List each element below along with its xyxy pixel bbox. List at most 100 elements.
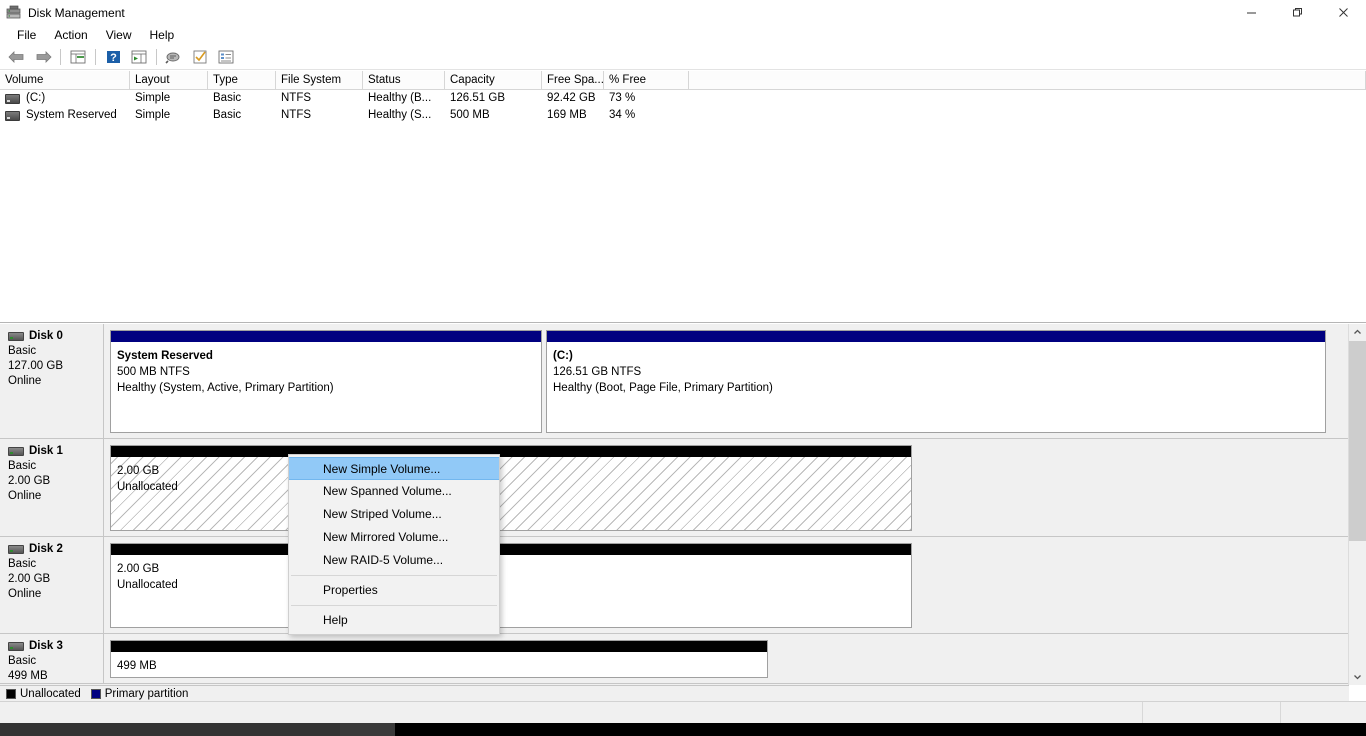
menu-item-action[interactable]: Action bbox=[45, 26, 96, 44]
partition-size: 126.51 GB NTFS bbox=[553, 366, 642, 378]
disk-icon bbox=[8, 446, 24, 456]
partition-body[interactable]: 2.00 GB Unallocated bbox=[111, 457, 911, 530]
column-header-volume[interactable]: Volume bbox=[0, 71, 130, 89]
partition-block[interactable]: 2.00 GB Unallocated bbox=[110, 543, 912, 628]
taskbar-left-region bbox=[0, 723, 340, 736]
svg-text:?: ? bbox=[110, 52, 117, 64]
disk-title: Disk 0 bbox=[8, 330, 103, 342]
context-menu-item-new-raid-5-volume[interactable]: New RAID-5 Volume... bbox=[289, 549, 499, 572]
disk-size: 2.00 GB bbox=[8, 573, 51, 585]
partition-body[interactable]: System Reserved 500 MB NTFS Healthy (Syste… bbox=[111, 342, 541, 432]
disk-info-pane[interactable]: Disk 3 Basic 499 MB bbox=[0, 634, 104, 683]
partition-status: Healthy (System, Active, Primary Partiti… bbox=[117, 382, 334, 394]
column-header-file-system[interactable]: File System bbox=[276, 71, 363, 89]
disk-title: Disk 3 bbox=[8, 640, 103, 652]
context-menu-item-new-spanned-volume[interactable]: New Spanned Volume... bbox=[289, 480, 499, 503]
disk-type: Basic bbox=[8, 655, 37, 667]
column-header-free-spa[interactable]: Free Spa... bbox=[542, 71, 604, 89]
partition-status-bar bbox=[546, 330, 1326, 342]
menu-item-file[interactable]: File bbox=[8, 26, 45, 44]
drive-icon bbox=[5, 110, 20, 121]
forward-arrow-icon[interactable] bbox=[31, 46, 55, 68]
menu-item-help[interactable]: Help bbox=[141, 26, 184, 44]
disk-management-icon bbox=[6, 5, 22, 21]
partition-block[interactable]: 2.00 GB Unallocated bbox=[110, 445, 912, 531]
toolbar: ? bbox=[0, 45, 1366, 70]
toolbar-separator bbox=[95, 49, 96, 65]
column-header-type[interactable]: Type bbox=[208, 71, 276, 89]
taskbar-active-app[interactable] bbox=[340, 723, 395, 736]
disk-row[interactable]: Disk 2 Basic 2.00 GB Online 2.00 GB Unallocat… bbox=[0, 537, 1349, 634]
show-action-pane-icon[interactable] bbox=[127, 46, 151, 68]
minimize-button[interactable] bbox=[1228, 0, 1274, 25]
menu-item-view[interactable]: View bbox=[97, 26, 141, 44]
context-menu-item-new-striped-volume[interactable]: New Striped Volume... bbox=[289, 503, 499, 526]
legend-item: Primary partition bbox=[90, 687, 189, 700]
disk-row[interactable]: Disk 0 Basic 127.00 GB Online System Reserve… bbox=[0, 324, 1349, 439]
volume-cell-free-space: 92.42 GB bbox=[547, 92, 596, 104]
volume-cell-volume: System Reserved bbox=[0, 107, 130, 124]
disk-icon bbox=[8, 641, 24, 651]
context-menu-item-new-mirrored-volume[interactable]: New Mirrored Volume... bbox=[289, 526, 499, 549]
graphical-disk-view: Disk 0 Basic 127.00 GB Online System Reserve… bbox=[0, 324, 1349, 685]
volume-list-header: Volume Layout Type File System Status Capacit… bbox=[0, 71, 1366, 90]
disk-context-menu: New Simple Volume... New Spanned Volume..… bbox=[288, 454, 500, 635]
disk-info-pane[interactable]: Disk 1 Basic 2.00 GB Online bbox=[0, 439, 104, 536]
scroll-down-arrow-icon[interactable] bbox=[1349, 668, 1366, 685]
scroll-up-arrow-icon[interactable] bbox=[1349, 324, 1366, 341]
partition-size: 499 MB bbox=[117, 660, 157, 672]
scrollbar-thumb[interactable] bbox=[1349, 341, 1366, 541]
window-title: Disk Management bbox=[28, 5, 125, 20]
partition-block[interactable]: (C:) 126.51 GB NTFS Healthy (Boot, Page Fi… bbox=[546, 330, 1326, 433]
disk-view-scrollbar[interactable] bbox=[1348, 324, 1366, 685]
column-header-blank[interactable] bbox=[689, 71, 1366, 89]
volume-row[interactable]: System Reserved Simple Basic NTFS Healthy (S… bbox=[0, 107, 1366, 124]
context-menu-item-help[interactable]: Help bbox=[289, 609, 499, 632]
partition-block[interactable]: System Reserved 500 MB NTFS Healthy (Syste… bbox=[110, 330, 542, 433]
disk-size: 499 MB bbox=[8, 670, 48, 682]
legend-label: Primary partition bbox=[104, 687, 189, 700]
disk-size: 127.00 GB bbox=[8, 360, 63, 372]
volume-cell-file-system: NTFS bbox=[281, 109, 312, 121]
status-bar-panel-3 bbox=[1281, 702, 1366, 724]
properties-icon[interactable] bbox=[188, 46, 212, 68]
disk-info-pane[interactable]: Disk 0 Basic 127.00 GB Online bbox=[0, 324, 104, 438]
disk-info-pane[interactable]: Disk 2 Basic 2.00 GB Online bbox=[0, 537, 104, 633]
volume-cell-layout: Simple bbox=[135, 109, 171, 121]
partition-body[interactable]: 499 MB bbox=[111, 652, 767, 677]
column-header-layout[interactable]: Layout bbox=[130, 71, 208, 89]
disk-icon bbox=[8, 544, 24, 554]
rescan-disks-icon[interactable] bbox=[162, 46, 186, 68]
column-header-capacity[interactable]: Capacity bbox=[445, 71, 542, 89]
column-header--free[interactable]: % Free bbox=[604, 71, 689, 89]
taskbar[interactable] bbox=[0, 723, 1366, 736]
legend-swatch bbox=[6, 688, 16, 699]
back-arrow-icon[interactable] bbox=[5, 46, 29, 68]
show-hide-console-tree-icon[interactable] bbox=[66, 46, 90, 68]
close-button[interactable] bbox=[1320, 0, 1366, 25]
context-menu-item-new-simple-volume[interactable]: New Simple Volume... bbox=[289, 457, 499, 480]
disk-name: Disk 2 bbox=[29, 543, 63, 555]
context-menu-item-properties[interactable]: Properties bbox=[289, 579, 499, 602]
disk-row[interactable]: Disk 1 Basic 2.00 GB Online 2.00 GB Unallocat… bbox=[0, 439, 1349, 537]
list-view-icon[interactable] bbox=[214, 46, 238, 68]
partition-block[interactable]: 499 MB bbox=[110, 640, 768, 678]
volume-row[interactable]: (C:) Simple Basic NTFS Healthy (B... 126.51 G… bbox=[0, 90, 1366, 107]
partition-body[interactable]: 2.00 GB Unallocated bbox=[111, 555, 911, 627]
volume-name: System Reserved bbox=[26, 109, 117, 121]
volume-cell-capacity: 500 MB bbox=[450, 109, 490, 121]
toolbar-separator bbox=[156, 49, 157, 65]
disk-row[interactable]: Disk 3 Basic 499 MB 499 MB bbox=[0, 634, 1349, 684]
column-header-status[interactable]: Status bbox=[363, 71, 445, 89]
help-icon[interactable]: ? bbox=[101, 46, 125, 68]
window-controls bbox=[1228, 0, 1366, 25]
legend-item: Unallocated bbox=[6, 688, 81, 700]
volume-cell-type: Basic bbox=[213, 92, 242, 104]
partition-status: Unallocated bbox=[117, 579, 178, 591]
menu-bar: File Action View Help bbox=[0, 25, 1366, 45]
disk-partitions: System Reserved 500 MB NTFS Healthy (Syste… bbox=[104, 324, 1349, 438]
maximize-restore-button[interactable] bbox=[1274, 0, 1320, 25]
partition-size: 500 MB NTFS bbox=[117, 366, 190, 378]
partition-status-bar bbox=[110, 330, 542, 342]
partition-body[interactable]: (C:) 126.51 GB NTFS Healthy (Boot, Page Fi… bbox=[547, 342, 1325, 432]
